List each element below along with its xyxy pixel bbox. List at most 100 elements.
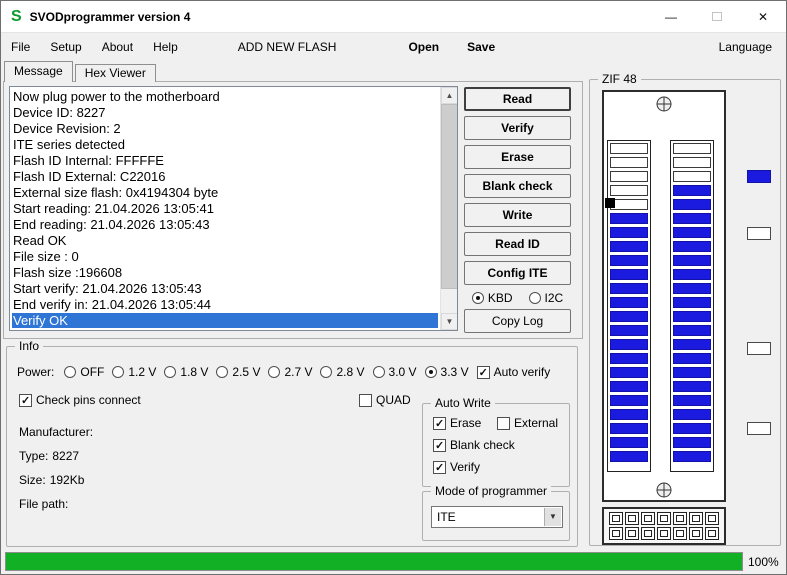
power-option-3-3-v[interactable]: 3.3 V [424, 365, 469, 379]
power-option-label: 2.5 V [232, 365, 261, 379]
connector-cell [689, 527, 703, 540]
zif-pin [673, 423, 711, 434]
tab-message[interactable]: Message [4, 61, 73, 82]
menu-help[interactable]: Help [143, 34, 188, 61]
log-line: End verify in: 21.04.2026 13:05:44 [13, 297, 212, 312]
erase-checkbox[interactable]: Erase [433, 416, 481, 430]
tab-strip: Message Hex Viewer [4, 61, 158, 82]
read-id-button[interactable]: Read ID [464, 232, 571, 256]
blank-check-checkbox[interactable]: Blank check [433, 438, 515, 452]
zif-pin [673, 143, 711, 154]
zif-pin [610, 157, 648, 168]
menu-open[interactable]: Open [398, 34, 449, 61]
connector-cell [625, 527, 639, 540]
menu-add-new-flash[interactable]: ADD NEW FLASH [228, 34, 347, 61]
config-ite-button[interactable]: Config ITE [464, 261, 571, 285]
menu-save[interactable]: Save [457, 34, 505, 61]
log-line: Verify OK [12, 313, 438, 328]
connector-cell [673, 512, 687, 525]
manufacturer-row: Manufacturer: [19, 425, 101, 439]
zif-pin [673, 171, 711, 182]
power-option-1-8-v[interactable]: 1.8 V [164, 365, 208, 379]
zif-pin [610, 451, 648, 462]
write-button[interactable]: Write [464, 203, 571, 227]
zif-pin [673, 339, 711, 350]
power-option-label: 1.8 V [180, 365, 209, 379]
power-option-3-0-v[interactable]: 3.0 V [372, 365, 417, 379]
auto-verify-checkbox[interactable]: Auto verify [476, 365, 550, 379]
external-checkbox[interactable]: External [497, 416, 558, 430]
size-row: Size: 192Kb [19, 473, 88, 487]
power-option-2-7-v[interactable]: 2.7 V [268, 365, 312, 379]
menu-language[interactable]: Language [709, 34, 782, 61]
radio-icon [164, 366, 177, 378]
power-options: OFF 1.2 V 1.8 V 2.5 V 2.7 V 2.8 V 3.0 V 3.3 V [64, 365, 469, 379]
tab-hex-viewer[interactable]: Hex Viewer [74, 64, 156, 82]
zif-pin [610, 395, 648, 406]
blank-check-button[interactable]: Blank check [464, 174, 571, 198]
log-line: Flash size :196608 [13, 265, 123, 280]
power-option-1-2-v[interactable]: 1.2 V [112, 365, 156, 379]
read-button[interactable]: Read [464, 87, 571, 111]
checkbox-icon [359, 393, 372, 407]
erase-button[interactable]: Erase [464, 145, 571, 169]
check-pins-checkbox[interactable]: Check pins connect [19, 393, 141, 407]
power-option-label: 2.8 V [336, 365, 365, 379]
close-button[interactable]: ✕ [740, 1, 786, 32]
titlebar: S SVODprogrammer version 4 — ✕ [1, 1, 786, 33]
scroll-up-button[interactable]: ▲ [441, 87, 457, 104]
verify-button[interactable]: Verify [464, 116, 571, 140]
progress-bar [5, 552, 743, 571]
menu-file[interactable]: File [1, 34, 40, 61]
log-line: End reading: 21.04.2026 13:05:43 [13, 217, 210, 232]
checkbox-icon [433, 416, 446, 430]
copy-log-button[interactable]: Copy Log [464, 309, 571, 333]
size-value: 192Kb [49, 473, 85, 487]
menu-about[interactable]: About [92, 34, 143, 61]
mode-group: Mode of programmer ITE ▼ [422, 484, 570, 541]
radio-icon [528, 291, 541, 304]
power-option-2-5-v[interactable]: 2.5 V [216, 365, 260, 379]
log-line: Device Revision: 2 [13, 121, 121, 136]
menu-setup[interactable]: Setup [40, 34, 91, 61]
mode-title: Mode of programmer [431, 484, 552, 498]
auto-write-group: Auto Write Erase External Blank check Ve… [422, 396, 570, 487]
blank-check-label: Blank check [450, 438, 515, 452]
power-option-off[interactable]: OFF [64, 365, 104, 379]
log-line: External size flash: 0x4194304 byte [13, 185, 219, 200]
log-line: File size : 0 [13, 249, 79, 264]
zif-pin [673, 367, 711, 378]
zif-pin [673, 283, 711, 294]
side-indicator [747, 342, 771, 355]
power-option-2-8-v[interactable]: 2.8 V [320, 365, 365, 379]
maximize-icon [712, 12, 722, 21]
close-icon: ✕ [757, 9, 769, 24]
connector-cell [705, 527, 719, 540]
info-group: Info Power: OFF 1.2 V 1.8 V 2.5 V 2.7 V 2.8 V… [6, 339, 578, 547]
zif-pin [610, 227, 648, 238]
size-label: Size: [19, 473, 46, 487]
zif-pin [610, 171, 648, 182]
side-indicator-active [747, 170, 771, 183]
scroll-down-button[interactable]: ▼ [441, 313, 457, 330]
screw-icon [656, 482, 672, 498]
i2c-radio[interactable]: I2C [528, 291, 563, 305]
log-scrollbar[interactable]: ▲ ▼ [440, 87, 457, 330]
kbd-radio[interactable]: KBD [471, 291, 513, 305]
connector-cell [657, 512, 671, 525]
power-option-label: 2.7 V [284, 365, 313, 379]
checkbox-icon [497, 416, 510, 430]
minimize-button[interactable]: — [648, 1, 694, 32]
scrollbar-thumb[interactable] [441, 104, 457, 289]
zif-pin [673, 255, 711, 266]
log-line: Start verify: 21.04.2026 13:05:43 [13, 281, 202, 296]
radio-icon [112, 366, 125, 378]
quad-checkbox[interactable]: QUAD [359, 393, 411, 407]
maximize-button[interactable] [694, 1, 740, 32]
app-window: S SVODprogrammer version 4 — ✕ File Setu… [0, 0, 787, 575]
mode-dropdown[interactable]: ITE ▼ [431, 506, 563, 528]
radio-icon [216, 366, 229, 378]
verify-checkbox[interactable]: Verify [433, 460, 480, 474]
message-log[interactable]: Now plug power to the motherboard Device … [9, 86, 458, 331]
radio-icon [424, 366, 437, 378]
